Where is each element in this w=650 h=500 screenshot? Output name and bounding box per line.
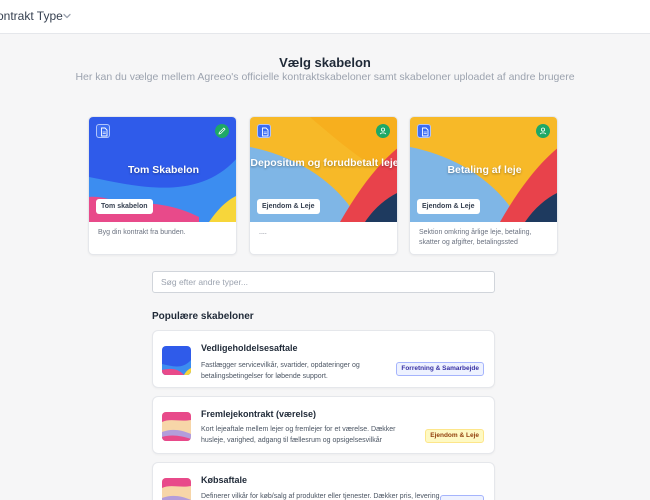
list-item-description: Kort lejeaftale mellem lejer og fremleje…: [201, 426, 396, 444]
top-bar: ontrakt Type: [0, 0, 650, 34]
template-card-blank[interactable]: Tom Skabelon Tom skabelon Byg din kontra…: [88, 116, 237, 255]
template-card-deposit[interactable]: Depositum og forudbetalt leje Ejendom & …: [249, 116, 398, 255]
template-thumbnail: [162, 346, 191, 375]
contract-type-title[interactable]: ontrakt Type: [0, 9, 63, 23]
user-icon: [536, 124, 550, 138]
page-subtitle: Her kan du vælge mellem Agreeo's officie…: [75, 71, 575, 83]
template-thumbnail: [162, 412, 191, 441]
category-badge: Ejendom & Leje: [425, 429, 484, 443]
document-icon: [96, 124, 110, 138]
list-item-description: Definerer vilkår for køb/salg af produkt…: [201, 493, 442, 500]
list-item-description: Fastlægger servicevilkår, svartider, opd…: [201, 362, 360, 380]
template-tag: Ejendom & Leje: [257, 199, 320, 214]
template-thumbnail: [162, 478, 191, 500]
chevron-down-icon[interactable]: [61, 9, 73, 21]
search-input[interactable]: [152, 271, 495, 293]
template-tag: Tom skabelon: [96, 199, 153, 214]
category-badge: Forretning & Samarbejde: [396, 362, 484, 376]
user-icon: [376, 124, 390, 138]
template-card-rent-payment[interactable]: Betaling af leje Ejendom & Leje Sektion …: [409, 116, 558, 255]
template-description: Sektion omkring årlige leje, betaling, s…: [419, 229, 532, 246]
pen-icon: [215, 124, 229, 138]
list-item[interactable]: Fremlejekontrakt (værelse) Kort lejeafta…: [152, 396, 495, 454]
template-title: Betaling af leje: [447, 164, 522, 176]
template-title: Depositum og forudbetalt leje: [250, 157, 398, 169]
template-tag: Ejendom & Leje: [417, 199, 480, 214]
list-item[interactable]: Vedligeholdelsesaftale Fastlægger servic…: [152, 330, 495, 388]
template-description: ....: [259, 229, 267, 236]
category-badge: [440, 495, 484, 500]
list-item-title: Vedligeholdelsesaftale: [201, 343, 298, 353]
document-icon: [257, 124, 271, 138]
template-title: Tom Skabelon: [128, 164, 199, 176]
template-description: Byg din kontrakt fra bunden.: [98, 229, 186, 236]
list-item[interactable]: Købsaftale Definerer vilkår for køb/salg…: [152, 462, 495, 500]
document-icon: [417, 124, 431, 138]
list-item-title: Fremlejekontrakt (værelse): [201, 409, 317, 419]
popular-templates-title: Populære skabeloner: [152, 311, 254, 322]
list-item-title: Købsaftale: [201, 475, 248, 485]
page-title: Vælg skabelon: [279, 55, 371, 70]
